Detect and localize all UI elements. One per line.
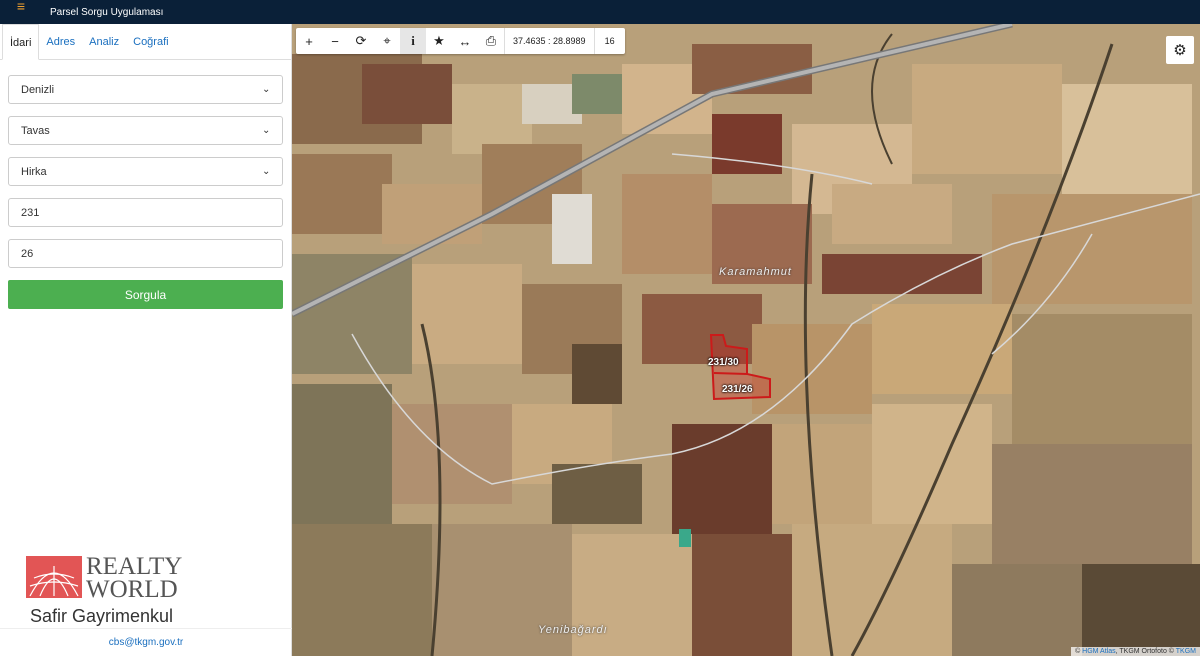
query-button[interactable]: Sorgula [8,280,283,309]
logo-text-world: WORLD [86,576,178,603]
tab-adres[interactable]: Adres [39,24,82,60]
gear-icon[interactable]: ⚙ [1166,36,1194,64]
measure-icon[interactable]: ↔ [452,28,478,54]
tab-idari[interactable]: İdari [2,24,40,60]
left-panel: İdari Adres Analiz Coğrafi Denizli ⌄ Tav… [0,24,292,656]
parcel-input[interactable]: 26 [8,239,283,268]
zoom-in-icon[interactable]: + [296,28,322,54]
realty-world-logo: REALTY WORLD Safir Gayrimenkul [26,554,196,626]
contact-email[interactable]: cbs@tkgm.gov.tr [0,628,292,656]
query-form: Denizli ⌄ Tavas ⌄ Hirka ⌄ 231 26 Sorgula [0,60,291,309]
place-label: Karamahmut [719,266,792,278]
block-value: 231 [21,206,40,219]
attribution-link-hgm[interactable]: HGM Atlas [1082,648,1115,655]
map-attribution: © HGM Atlas, TKGM Ortofoto © TKGM [1071,647,1200,656]
tab-cografi[interactable]: Coğrafi [126,24,175,60]
app-root: ≡ Parsel Sorgu Uygulaması İdari Adres An… [0,0,1200,656]
province-value: Denizli [21,83,55,96]
tab-analiz[interactable]: Analiz [82,24,126,60]
satellite-imagery [292,24,1200,656]
globe-logo-icon [26,556,82,598]
place-label: Yenibağardı [538,624,608,636]
tab-bar: İdari Adres Analiz Coğrafi [0,24,291,60]
zoom-level: 16 [593,28,625,54]
app-title: Parsel Sorgu Uygulaması [50,6,164,18]
chevron-down-icon: ⌄ [262,166,271,177]
logo-subtitle: Safir Gayrimenkul [30,606,174,626]
menu-button[interactable]: ≡ [0,0,42,24]
district-select[interactable]: Tavas ⌄ [8,116,283,145]
zoom-out-icon[interactable]: − [322,28,348,54]
neighborhood-value: Hirka [21,165,47,178]
block-input[interactable]: 231 [8,198,283,227]
parcel-label[interactable]: 231/26 [722,384,753,395]
hamburger-icon: ≡ [16,0,26,14]
neighborhood-select[interactable]: Hirka ⌄ [8,157,283,186]
province-select[interactable]: Denizli ⌄ [8,75,283,104]
coordinate-readout: 37.4635 : 28.8989 [504,28,594,54]
map-toolbar: + − ⟳ ⌖ i ★ ↔ ⎙ 37.4635 : 28.8989 16 [296,28,625,54]
top-bar: ≡ Parsel Sorgu Uygulaması [0,0,1200,24]
district-value: Tavas [21,124,50,137]
chevron-down-icon: ⌄ [262,125,271,136]
attribution-link-tkgm[interactable]: TKGM [1176,648,1196,655]
locate-icon[interactable]: ⌖ [374,28,400,54]
attribution-mid: , TKGM Ortofoto © [1115,648,1176,655]
map-view[interactable]: + − ⟳ ⌖ i ★ ↔ ⎙ 37.4635 : 28.8989 16 ⚙ K… [292,24,1200,656]
parcel-label[interactable]: 231/30 [708,357,739,368]
parcel-value: 26 [21,247,34,260]
info-icon[interactable]: i [400,28,426,54]
refresh-icon[interactable]: ⟳ [348,28,374,54]
chevron-down-icon: ⌄ [262,84,271,95]
print-icon[interactable]: ⎙ [478,28,504,54]
star-icon[interactable]: ★ [426,28,452,54]
